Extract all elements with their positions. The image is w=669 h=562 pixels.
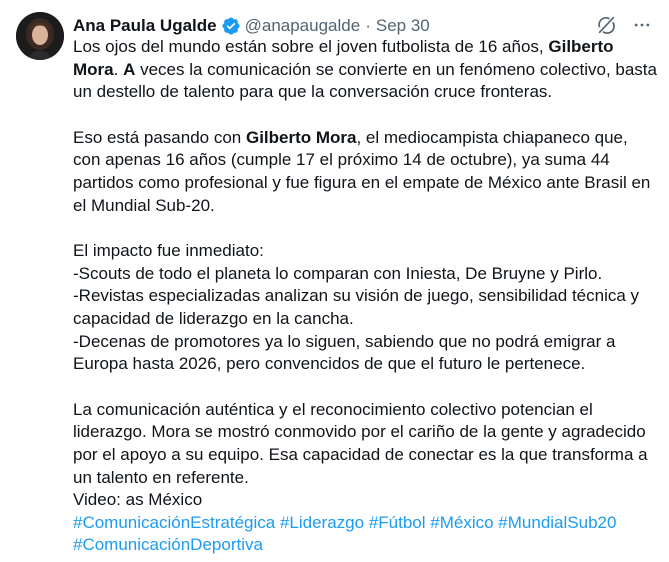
more-options-icon[interactable] [631,14,653,36]
tweet-text: Los ojos del mundo están sobre el joven … [73,36,659,557]
impact-item-promoters: -Decenas de promotores ya lo siguen, sab… [73,331,616,374]
paragraph-context: Eso está pasando con Gilberto Mora, el m… [73,127,651,215]
video-credit: Video: as México [73,490,203,510]
bold-name: Gilberto Mora [245,127,357,147]
grok-icon[interactable] [595,14,617,36]
hashtag-link[interactable]: #MundialSub20 [498,513,616,532]
tweet[interactable]: Ana Paula Ugalde @anapaugalde · Sep 30 L… [0,0,669,562]
hashtag-link[interactable]: #México [430,513,493,532]
impact-item-magazines: -Revistas especializadas analizan su vis… [73,286,640,328]
hashtag-link[interactable]: #ComunicaciónEstratégica [73,513,275,532]
tweet-date[interactable]: Sep 30 [376,16,430,36]
paragraph-intro: Los ojos del mundo están sobre el joven … [73,37,657,102]
hashtag-link[interactable]: #ComunicaciónDeportiva [73,535,263,554]
author-display-name[interactable]: Ana Paula Ugalde [73,16,217,36]
paragraph-impact-heading: El impacto fue inmediato: [73,241,264,261]
avatar[interactable] [16,12,64,60]
author-handle[interactable]: @anapaugalde [245,16,361,36]
hashtags: #ComunicaciónEstratégica #Liderazgo #Fút… [73,512,659,557]
header-separator: · [365,16,371,35]
paragraph-conclusion: La comunicación auténtica y el reconocim… [73,399,648,487]
verified-badge-icon [221,16,241,36]
hashtag-link[interactable]: #Liderazgo [280,513,364,532]
impact-item-scouts: -Scouts de todo el planeta lo comparan c… [73,263,603,283]
hashtag-link[interactable]: #Fútbol [369,513,426,532]
user-avatar-photo [16,12,64,60]
